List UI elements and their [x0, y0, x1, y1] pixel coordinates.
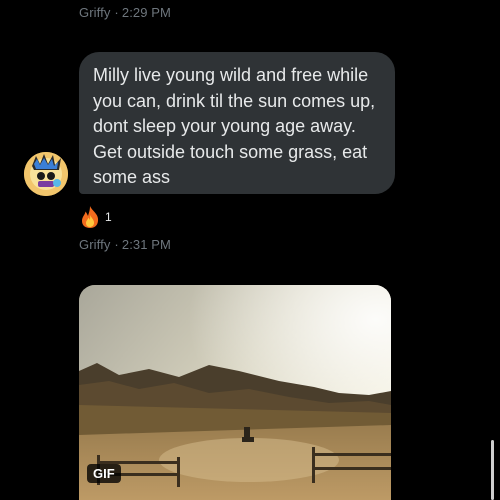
avatar[interactable]	[24, 152, 68, 196]
meta-separator: ·	[114, 5, 119, 20]
avatar-image	[24, 152, 68, 196]
sender-name: Griffy	[79, 5, 111, 20]
sender-name: Griffy	[79, 237, 111, 252]
message-time: 2:29 PM	[121, 5, 171, 20]
message-text: Milly live young wild and free while you…	[93, 65, 376, 187]
scrollbar[interactable]	[491, 440, 494, 500]
message-meta-bottom: Griffy · 2:31 PM	[79, 237, 171, 252]
reaction-pill[interactable]: 1	[79, 205, 112, 229]
gif-media[interactable]: GIF	[79, 285, 391, 500]
dm-conversation: Griffy · 2:29 PM Milly live young wild and…	[0, 0, 500, 500]
message-bubble[interactable]: Milly live young wild and free while you…	[79, 52, 395, 194]
gif-image	[79, 285, 391, 500]
message-time: 2:31 PM	[121, 237, 171, 252]
gif-badge: GIF	[87, 464, 121, 483]
fire-icon	[82, 206, 99, 228]
reaction-count: 1	[105, 210, 112, 224]
meta-separator: ·	[114, 237, 119, 252]
message-meta-top: Griffy · 2:29 PM	[79, 5, 171, 20]
